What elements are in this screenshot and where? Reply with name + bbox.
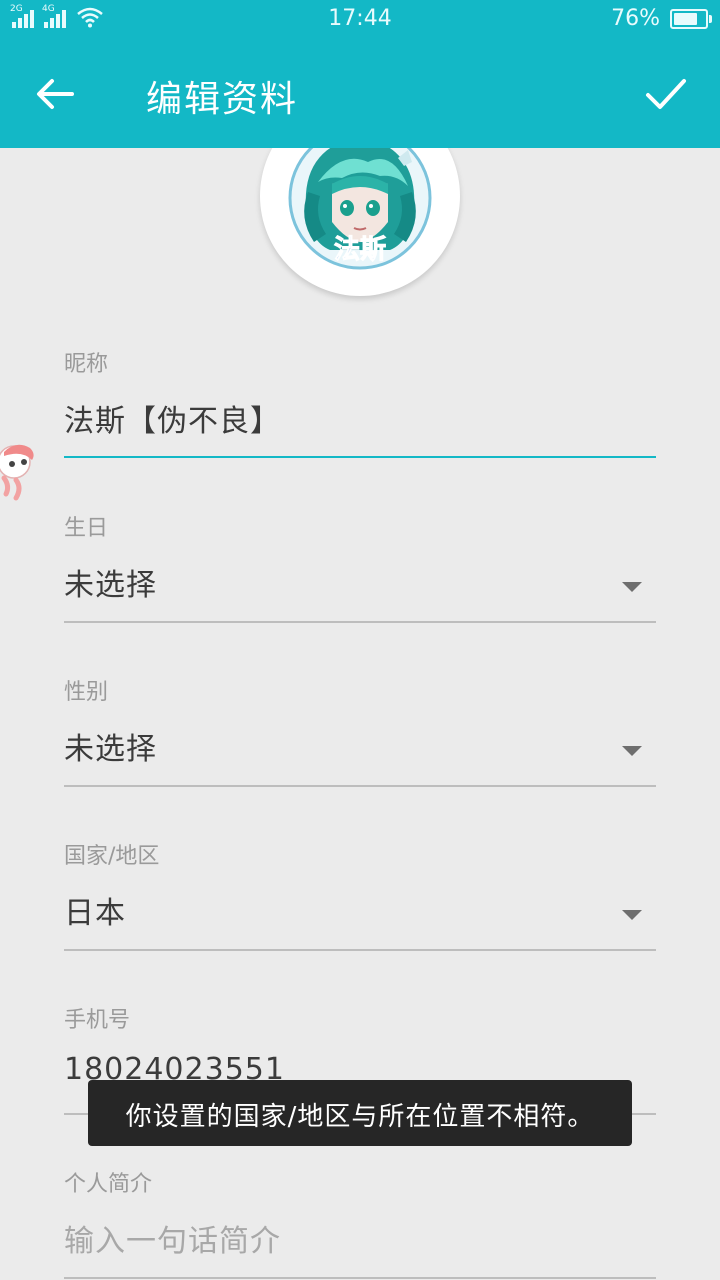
- gender-label: 性别: [64, 680, 109, 705]
- toast-text: 你设置的国家/地区与所在位置不相符。: [125, 1102, 595, 1132]
- dropdown-arrow-icon: [622, 910, 642, 920]
- battery-icon: [670, 9, 712, 29]
- toast-message: 你设置的国家/地区与所在位置不相符。: [88, 1080, 632, 1146]
- gender-value: 未选择: [64, 732, 157, 767]
- avatar-badge-text: 法斯: [334, 235, 386, 265]
- status-bar: 2G 4G 17:44 76%: [0, 0, 720, 38]
- back-button[interactable]: [28, 66, 84, 122]
- nickname-label: 昵称: [64, 352, 109, 377]
- region-dropdown[interactable]: 国家/地区 日本: [64, 838, 656, 952]
- region-underline: [64, 949, 656, 951]
- bio-underline: [64, 1277, 656, 1279]
- floating-assistant-icon[interactable]: [0, 440, 40, 504]
- dropdown-arrow-icon: [622, 582, 642, 592]
- gender-dropdown[interactable]: 性别 未选择: [64, 674, 656, 788]
- bio-field[interactable]: 个人简介 输入一句话简介: [64, 1166, 656, 1280]
- dropdown-arrow-icon: [622, 746, 642, 756]
- nickname-field[interactable]: 昵称 法斯【伪不良】: [64, 346, 656, 460]
- battery-percent: 76%: [611, 6, 660, 31]
- edit-profile-screen: 2G 4G 17:44 76% 编辑资料 法斯 昵称 法斯【伪不良】 生日 未选…: [0, 0, 720, 1280]
- page-title: 编辑资料: [146, 79, 299, 120]
- bio-input[interactable]: 输入一句话简介: [64, 1216, 281, 1260]
- phone-label: 手机号: [64, 1008, 131, 1033]
- nickname-underline: [64, 456, 656, 458]
- bio-label: 个人简介: [64, 1172, 153, 1197]
- birthday-value: 未选择: [64, 568, 157, 603]
- region-value: 日本: [64, 896, 126, 931]
- birthday-dropdown[interactable]: 生日 未选择: [64, 510, 656, 624]
- nickname-input[interactable]: 法斯【伪不良】: [64, 396, 281, 440]
- check-icon: [646, 79, 686, 109]
- app-header: 2G 4G 17:44 76% 编辑资料: [0, 0, 720, 148]
- birthday-underline: [64, 621, 656, 623]
- save-button[interactable]: [636, 64, 696, 124]
- birthday-label: 生日: [64, 516, 109, 541]
- arrow-left-icon: [37, 79, 74, 109]
- gender-underline: [64, 785, 656, 787]
- region-label: 国家/地区: [64, 844, 160, 869]
- battery-fill: [674, 13, 698, 25]
